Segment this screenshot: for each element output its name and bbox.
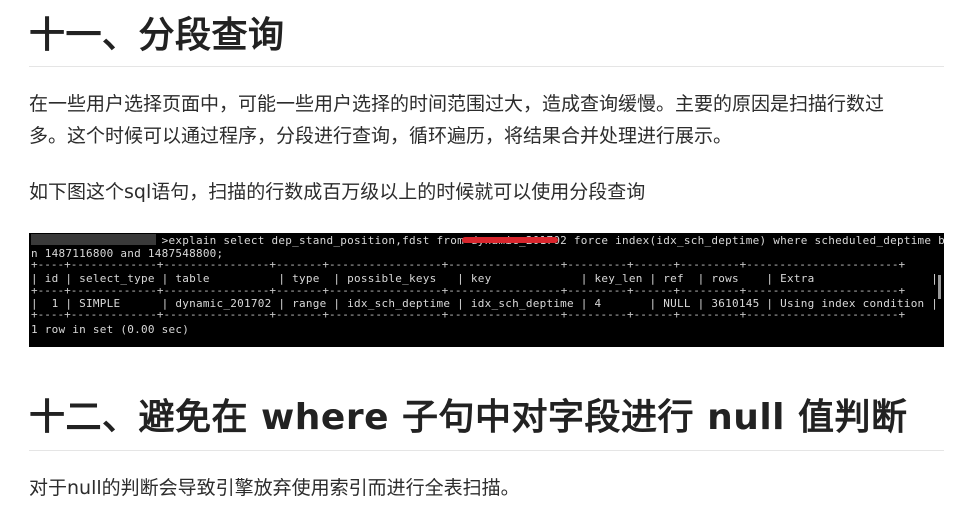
section-11-paragraph-line-2: 多。这个时候可以通过程序，分段进行查询，循环遍历，将结果合并处理进行展示。	[29, 125, 733, 147]
terminal-result-footer: 1 row in set (0.00 sec)	[31, 323, 190, 336]
section-11-paragraph-2: 如下图这个sql语句，扫描的行数成百万级以上的时候就可以使用分段查询	[29, 181, 646, 203]
sql-explain-screenshot: >explain select dep_stand_position,fdst …	[29, 233, 944, 347]
section-12-paragraph: 对于null的判断会导致引擎放弃使用索引而进行全表扫描。	[29, 477, 520, 499]
table-border-bottom: +----+-------------+----------------+---…	[31, 308, 906, 321]
section-11-paragraph-line-1: 在一些用户选择页面中，可能一些用户选择的时间范围过大，造成查询缓慢。主要的原因是…	[29, 93, 885, 115]
table-border-top: +----+-------------+----------------+---…	[31, 258, 906, 271]
section-11-divider	[29, 66, 944, 67]
section-12-divider	[29, 450, 944, 451]
table-border-middle: +----+-------------+----------------+---…	[31, 284, 906, 297]
red-redaction-mark	[462, 237, 558, 243]
section-11-heading: 十一、分段查询	[29, 15, 285, 56]
terminal-scrollbar	[938, 275, 941, 299]
section-12-heading: 十二、避免在 where 子句中对字段进行 null 值判断	[29, 397, 908, 438]
